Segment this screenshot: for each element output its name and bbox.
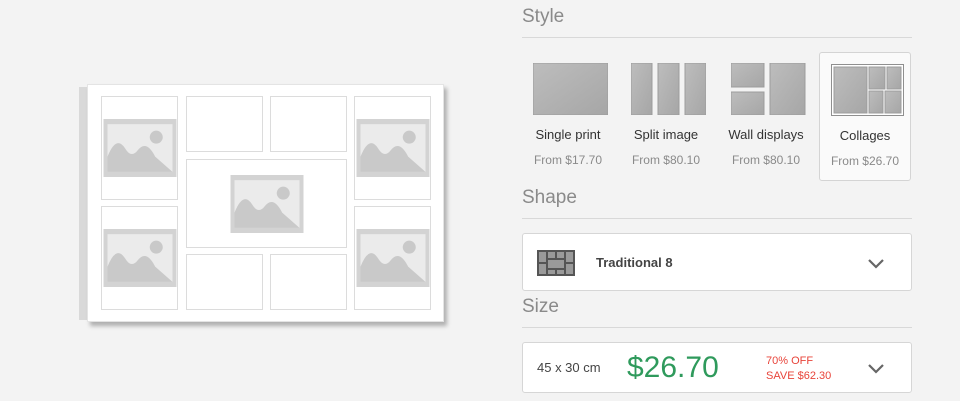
traditional-8-layout-icon	[537, 250, 575, 276]
style-option-price: From $80.10	[731, 153, 801, 167]
size-heading: Size	[522, 296, 559, 317]
shape-heading: Shape	[522, 187, 577, 208]
collage-cell[interactable]	[354, 96, 431, 200]
size-dropdown[interactable]: 45 x 30 cm $26.70 70% OFF SAVE $62.30	[522, 342, 912, 393]
collage-cell[interactable]	[186, 159, 347, 248]
style-option-single-print[interactable]: Single print From $17.70	[522, 52, 614, 181]
wall-displays-thumbnail-icon	[730, 62, 806, 116]
style-option-price: From $80.10	[631, 153, 701, 167]
shape-selected-value: Traditional 8	[596, 255, 673, 270]
collage-cell[interactable]	[186, 254, 263, 310]
collage-cell[interactable]	[101, 206, 178, 310]
image-placeholder-icon	[103, 229, 176, 287]
collage-cell[interactable]	[186, 96, 263, 152]
style-heading: Style	[522, 6, 565, 27]
collage-cell[interactable]	[101, 96, 178, 200]
shape-dropdown[interactable]: Traditional 8	[522, 233, 912, 291]
size-divider	[522, 327, 912, 328]
image-placeholder-icon	[103, 119, 176, 177]
size-selected-value: 45 x 30 cm	[537, 360, 601, 375]
style-option-price: From $17.70	[533, 153, 603, 167]
style-option-split-image[interactable]: Split image From $80.10	[620, 52, 712, 181]
saving-badge: SAVE $62.30	[766, 370, 832, 382]
style-option-label: Wall displays	[728, 127, 804, 142]
collage-cell[interactable]	[270, 254, 347, 310]
chevron-down-icon[interactable]	[867, 363, 885, 375]
style-divider	[522, 37, 912, 38]
style-option-label: Collages	[839, 128, 891, 143]
image-placeholder-icon	[356, 229, 429, 287]
discount-badge: 70% OFF	[766, 355, 814, 367]
style-option-label: Split image	[633, 127, 699, 142]
style-option-label: Single print	[535, 127, 601, 142]
collage-preview	[79, 84, 444, 322]
collages-thumbnail-icon	[831, 64, 906, 116]
shape-divider	[522, 218, 912, 219]
size-price: $26.70	[627, 351, 719, 384]
collage-cell[interactable]	[270, 96, 347, 152]
single-print-thumbnail-icon	[532, 62, 609, 116]
collage-cell[interactable]	[354, 206, 431, 310]
split-image-thumbnail-icon	[630, 62, 707, 116]
collage-board	[87, 84, 444, 322]
style-option-collages[interactable]: Collages From $26.70	[819, 52, 911, 181]
style-option-wall-displays[interactable]: Wall displays From $80.10	[720, 52, 812, 181]
chevron-down-icon[interactable]	[867, 258, 885, 270]
image-placeholder-icon	[230, 174, 303, 233]
style-option-price: From $26.70	[830, 154, 900, 168]
image-placeholder-icon	[356, 119, 429, 177]
